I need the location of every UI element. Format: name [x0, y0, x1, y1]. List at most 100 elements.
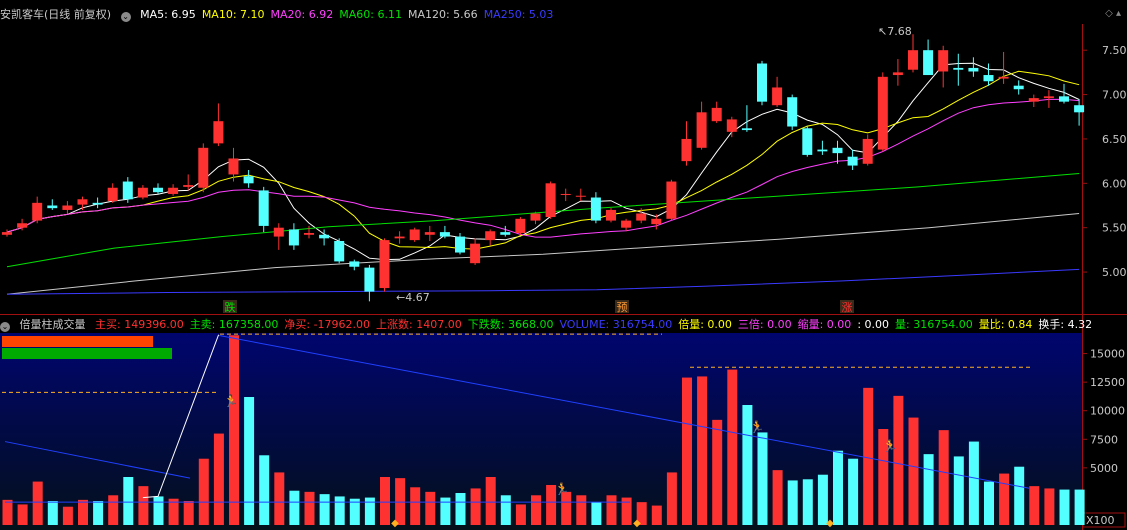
volume-bar[interactable]: [78, 499, 88, 525]
candlestick[interactable]: [515, 217, 526, 235]
volume-bar[interactable]: [500, 495, 511, 525]
volume-bar[interactable]: [999, 473, 1010, 525]
volume-bar[interactable]: [863, 387, 874, 525]
volume-bar[interactable]: [1014, 466, 1025, 525]
high-price-label: ↖7.68: [878, 25, 912, 38]
volume-bar[interactable]: [1044, 488, 1055, 525]
candle-body: [953, 67, 964, 70]
volume-bar[interactable]: [591, 502, 602, 525]
volume-bar[interactable]: [244, 397, 255, 525]
volume-bar[interactable]: [606, 495, 617, 525]
indicator-title[interactable]: 倍量柱成交量: [20, 318, 86, 331]
volume-bar[interactable]: [380, 477, 390, 525]
volume-bar[interactable]: [576, 495, 587, 525]
volume-bar[interactable]: [470, 488, 481, 525]
candlestick[interactable]: [877, 72, 888, 152]
volume-bar[interactable]: [62, 506, 73, 525]
candle-body: [1013, 85, 1024, 90]
stock-title[interactable]: 安凯客车(日线 前复权): [0, 8, 111, 21]
volume-bar[interactable]: [485, 477, 496, 525]
candlestick[interactable]: [258, 186, 269, 233]
volume-bar[interactable]: [802, 479, 813, 525]
volume-bar[interactable]: [198, 458, 209, 525]
volume-bar[interactable]: [757, 432, 768, 525]
volume-bar[interactable]: [666, 472, 677, 525]
candlestick[interactable]: [545, 181, 556, 219]
candlestick[interactable]: [379, 238, 390, 292]
volume-bar[interactable]: [893, 395, 904, 525]
volume-bar[interactable]: [682, 377, 692, 525]
volume-bar[interactable]: [908, 417, 919, 525]
candlestick[interactable]: [198, 143, 209, 193]
volume-bar[interactable]: [1074, 489, 1085, 525]
volume-bar[interactable]: [289, 490, 300, 525]
volume-bar[interactable]: [274, 472, 285, 525]
volume-bar[interactable]: [968, 441, 979, 525]
volume-bar[interactable]: [93, 501, 104, 525]
volume-bar[interactable]: [938, 430, 949, 525]
candlestick[interactable]: [666, 179, 677, 221]
candlestick[interactable]: [757, 60, 767, 106]
volume-bar[interactable]: [727, 369, 738, 525]
volume-bar[interactable]: [123, 477, 134, 525]
signal-marker[interactable]: 跌: [225, 300, 236, 314]
volume-bar[interactable]: [153, 496, 164, 525]
candlestick[interactable]: [862, 134, 873, 166]
volume-bar[interactable]: [229, 335, 239, 525]
volume-bar[interactable]: [833, 450, 843, 525]
volume-bar[interactable]: [515, 504, 526, 525]
volume-bar[interactable]: [2, 499, 13, 525]
signal-marker[interactable]: 涨: [842, 301, 853, 314]
volume-bar[interactable]: [787, 480, 798, 525]
chevron-down-icon[interactable]: ⌄: [120, 12, 131, 22]
indicator-field: 净买: -17962.00: [284, 318, 371, 331]
up-arrow-icon[interactable]: ▴: [1116, 8, 1121, 19]
chevron-down-icon[interactable]: ⌄: [0, 322, 10, 332]
candlestick[interactable]: [787, 94, 798, 131]
volume-bar[interactable]: [183, 501, 194, 525]
price-chart-svg[interactable]: 7.50 7.00 6.50 6.00 5.50 5.00 15000 12500 10000…: [0, 0, 1127, 530]
candlestick[interactable]: [409, 227, 420, 242]
volume-bar[interactable]: [138, 486, 149, 525]
volume-bar[interactable]: [561, 491, 572, 525]
candle-body: [364, 267, 375, 292]
candlestick[interactable]: [802, 125, 813, 157]
volume-bar[interactable]: [531, 495, 541, 525]
volume-bar[interactable]: [213, 433, 224, 525]
volume-bar[interactable]: [349, 498, 360, 525]
volume-bar[interactable]: [923, 454, 934, 525]
candle-body: [666, 181, 677, 219]
volume-bar[interactable]: [984, 481, 994, 525]
indicator-field: VOLUME: 316754.00: [559, 318, 673, 331]
volume-bar[interactable]: [712, 419, 723, 525]
volume-bar[interactable]: [697, 376, 708, 525]
volume-bar[interactable]: [425, 491, 436, 525]
volume-bar[interactable]: [772, 470, 783, 525]
volume-bar[interactable]: [304, 491, 315, 525]
volume-bar[interactable]: [953, 456, 964, 525]
volume-bar[interactable]: [651, 505, 662, 525]
volume-multiplier-label: X100: [1086, 514, 1115, 527]
volume-bar[interactable]: [334, 496, 345, 525]
volume-bar[interactable]: [168, 498, 179, 525]
volume-bar[interactable]: [319, 494, 330, 525]
candle-body: [802, 128, 813, 155]
candlestick[interactable]: [606, 208, 616, 223]
diamond-icon[interactable]: ◇: [1105, 8, 1113, 19]
volume-bar[interactable]: [108, 495, 119, 525]
signal-marker[interactable]: 预: [617, 301, 628, 314]
volume-bar[interactable]: [848, 458, 859, 525]
volume-bar[interactable]: [1059, 489, 1070, 525]
candle-body: [122, 181, 133, 200]
volume-bar[interactable]: [259, 455, 270, 525]
candle-body: [847, 156, 858, 166]
volume-bar[interactable]: [17, 504, 28, 525]
candlestick[interactable]: [334, 238, 345, 264]
volume-bar[interactable]: [47, 501, 58, 525]
ma-label: MA20: 6.92: [270, 8, 334, 21]
volume-bar[interactable]: [32, 481, 43, 525]
volume-bar[interactable]: [410, 487, 421, 525]
candle-body: [711, 107, 722, 122]
volume-bar[interactable]: [455, 493, 466, 525]
volume-bar[interactable]: [1029, 486, 1040, 525]
